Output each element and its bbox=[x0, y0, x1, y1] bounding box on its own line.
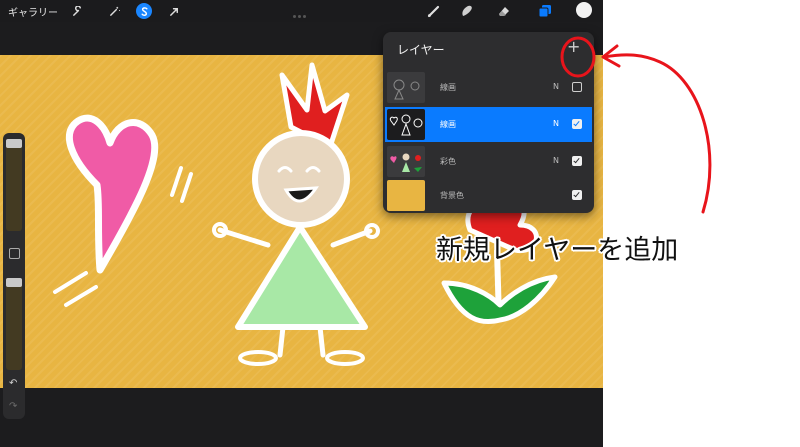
annotation-text: 新規レイヤーを追加 bbox=[436, 235, 679, 266]
annotation-circle bbox=[560, 36, 596, 78]
annotation-overlay bbox=[560, 36, 712, 214]
annotation-arrow-line bbox=[602, 53, 712, 214]
